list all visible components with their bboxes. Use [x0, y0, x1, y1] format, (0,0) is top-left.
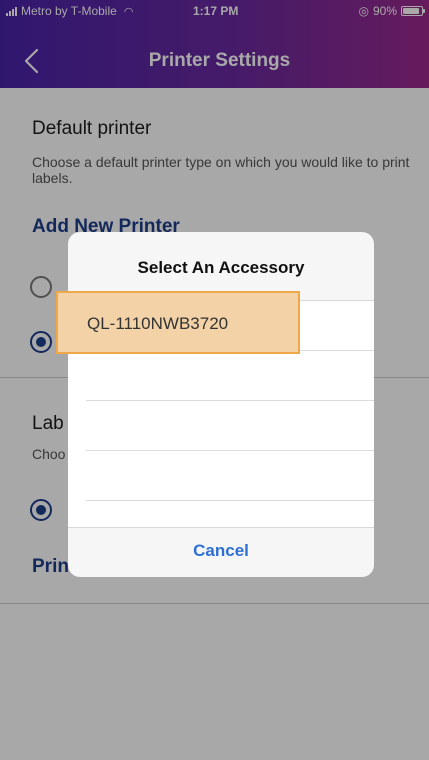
list-item — [68, 451, 374, 501]
list-item — [68, 401, 374, 451]
cancel-button[interactable]: Cancel — [68, 528, 374, 577]
list-item — [68, 351, 374, 401]
accessory-option-highlighted[interactable]: QL-1110NWB3720 — [56, 291, 300, 354]
dialog-title: Select An Accessory — [137, 258, 305, 277]
accessory-picker-dialog: Select An Accessory Cancel — [68, 232, 374, 577]
accessory-option-label: QL-1110NWB3720 — [87, 314, 229, 333]
